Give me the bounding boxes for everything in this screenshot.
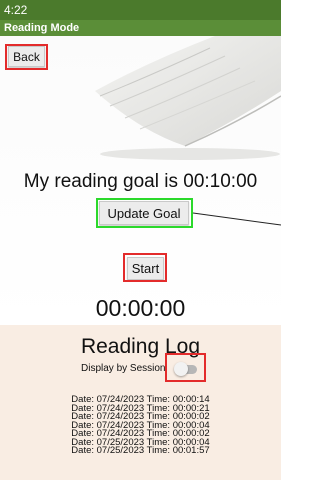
back-button-label: Back bbox=[13, 49, 40, 64]
status-time: 4:22 bbox=[4, 3, 28, 17]
start-button-label: Start bbox=[131, 261, 160, 276]
update-goal-button[interactable]: Update Goal bbox=[99, 201, 189, 225]
page-title: Reading Mode bbox=[4, 22, 80, 34]
status-bar: 4:22 bbox=[0, 0, 281, 20]
reading-log-title: Reading Log bbox=[80, 335, 201, 358]
start-button[interactable]: Start bbox=[127, 257, 164, 280]
goal-text: My reading goal is 00:10:00 bbox=[23, 171, 258, 192]
display-by-session-label: Display by Session bbox=[81, 363, 166, 374]
display-by-session-toggle[interactable] bbox=[174, 362, 198, 376]
connector-line bbox=[193, 212, 281, 226]
back-button[interactable]: Back bbox=[8, 46, 45, 67]
title-bar: Reading Mode bbox=[0, 20, 281, 36]
toggle-thumb bbox=[174, 362, 188, 376]
update-goal-button-label: Update Goal bbox=[107, 205, 181, 221]
timer-display: 00:00:00 bbox=[95, 295, 186, 321]
reading-log-list: Date: 07/24/2023 Time: 00:00:14 Date: 07… bbox=[0, 395, 281, 456]
log-entry: Date: 07/25/2023 Time: 00:01:57 bbox=[71, 445, 210, 456]
